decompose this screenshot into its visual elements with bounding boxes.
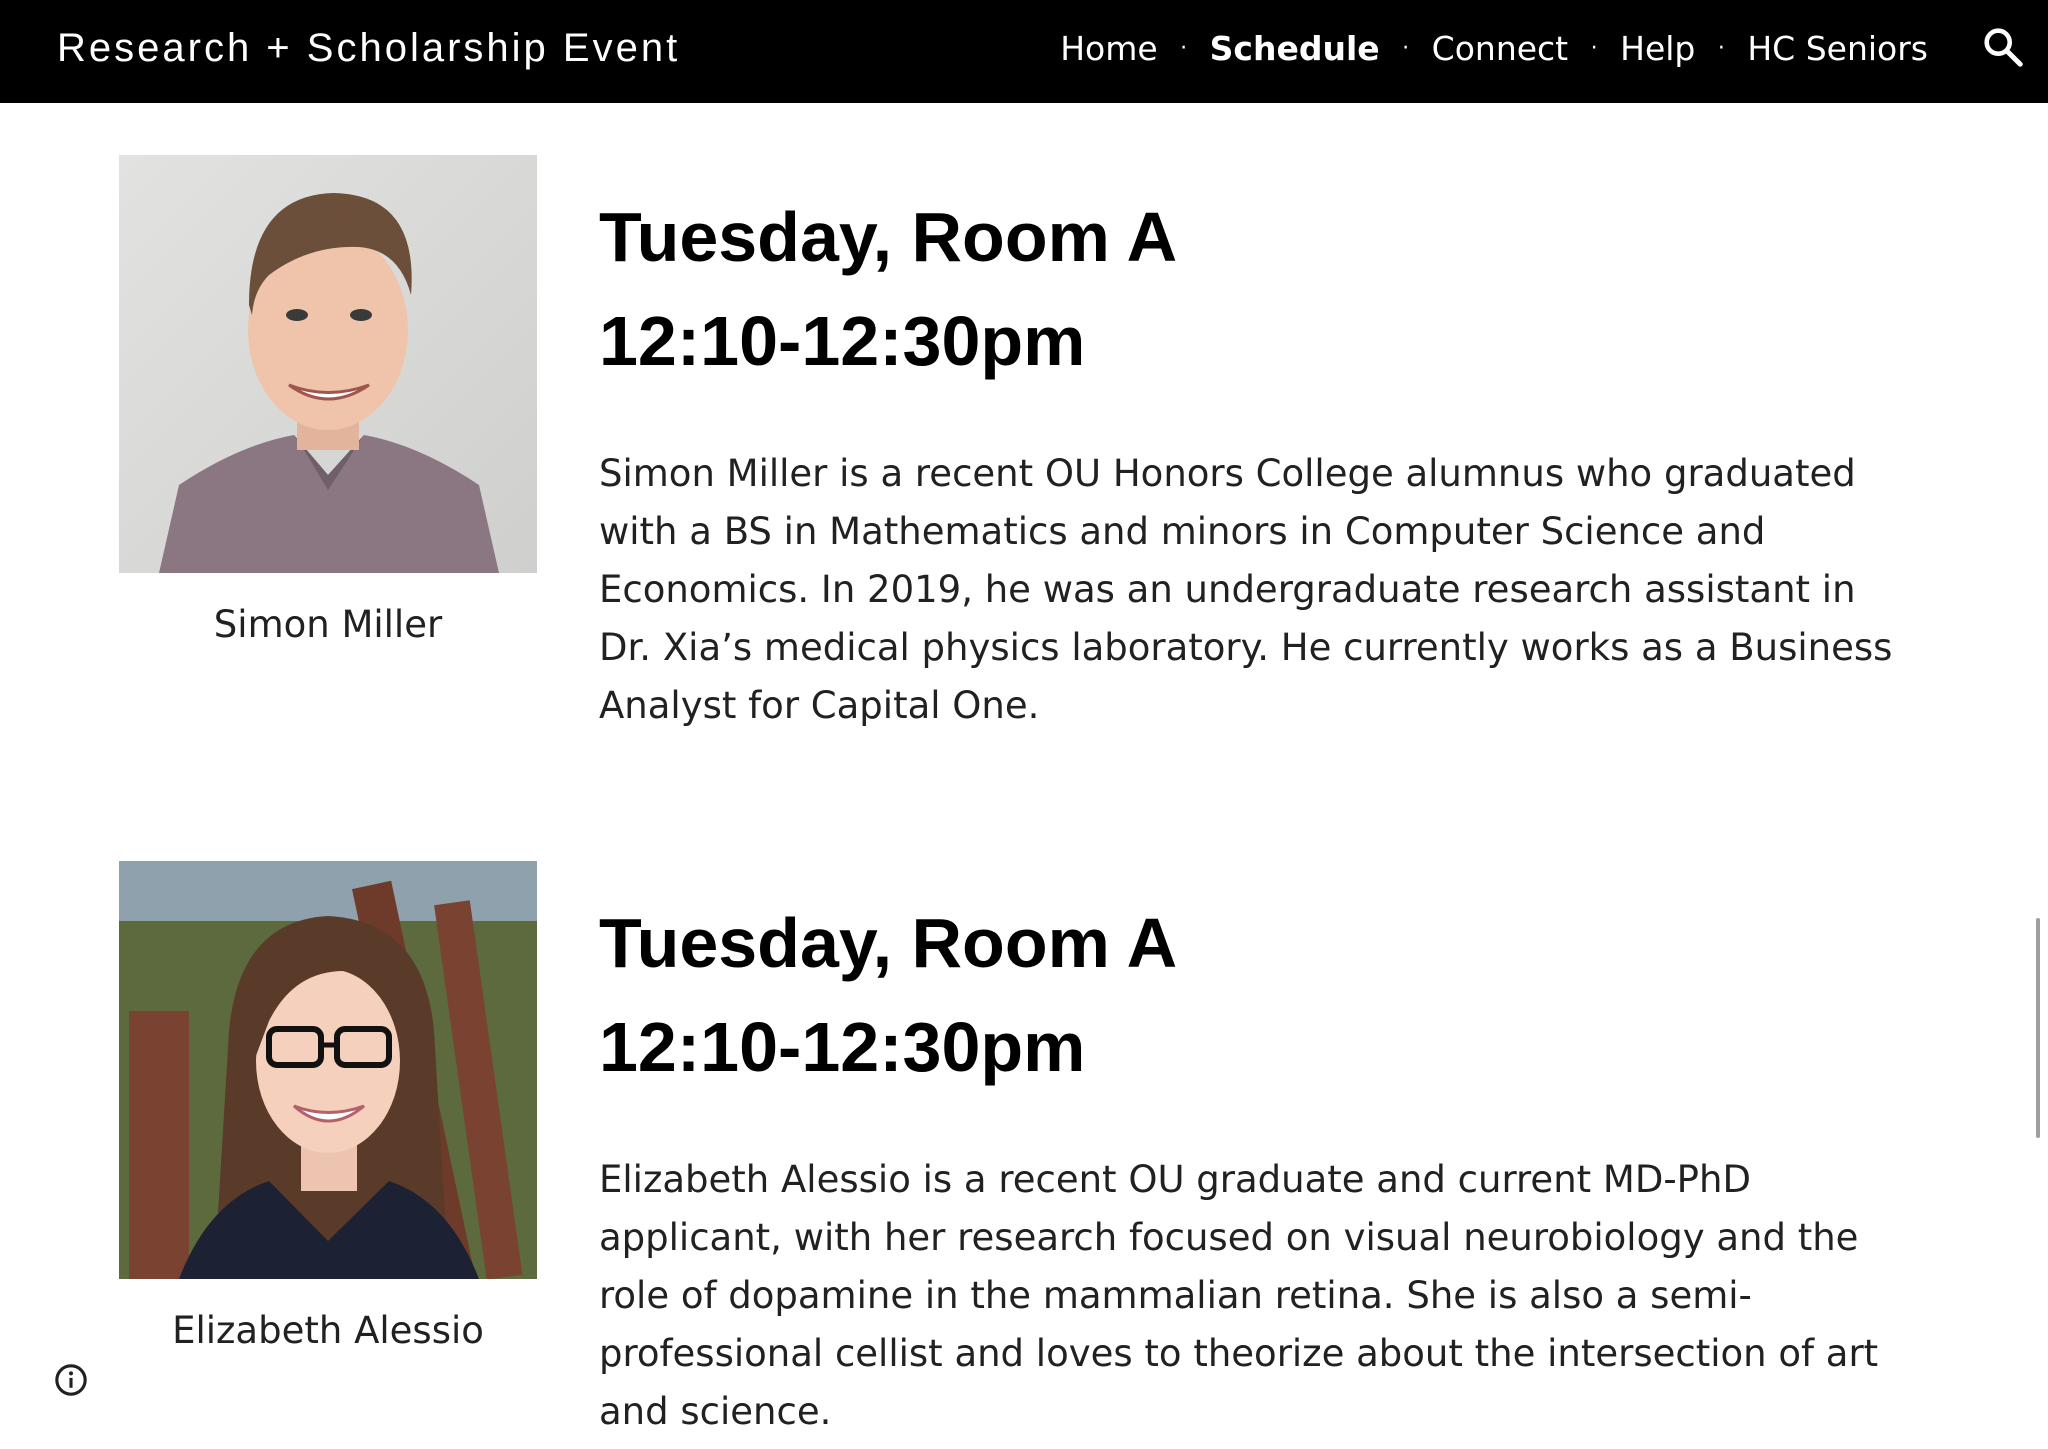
session-heading: Tuesday, Room A 12:10-12:30pm bbox=[599, 891, 1177, 1099]
session-time: 12:10-12:30pm bbox=[599, 302, 1086, 380]
site-title[interactable]: Research + Scholarship Event bbox=[57, 0, 680, 96]
presenter-photo bbox=[119, 861, 537, 1279]
portrait-image bbox=[119, 861, 537, 1279]
presenter-name: Elizabeth Alessio bbox=[172, 1309, 484, 1352]
nav-connect[interactable]: Connect bbox=[1432, 29, 1568, 68]
presenter-bio: Elizabeth Alessio is a recent OU graduat… bbox=[599, 1158, 1879, 1433]
info-icon[interactable] bbox=[54, 1363, 88, 1397]
session-day-room: Tuesday, Room A bbox=[599, 198, 1178, 276]
nav-hc-seniors[interactable]: HC Seniors bbox=[1747, 29, 1928, 68]
session-time: 12:10-12:30pm bbox=[599, 1008, 1086, 1086]
site-header: Research + Scholarship Event Home · Sche… bbox=[0, 0, 2048, 103]
scrollbar[interactable] bbox=[2036, 918, 2040, 1138]
search-icon[interactable] bbox=[1980, 24, 2026, 70]
nav-separator: · bbox=[1717, 35, 1725, 61]
nav-separator: · bbox=[1402, 35, 1410, 61]
presenter-bio: Simon Miller is a recent OU Honors Colle… bbox=[599, 452, 1893, 727]
nav-separator: · bbox=[1590, 35, 1598, 61]
session-day-room: Tuesday, Room A bbox=[599, 904, 1178, 982]
nav-separator: · bbox=[1180, 35, 1188, 61]
nav-help[interactable]: Help bbox=[1620, 29, 1695, 68]
nav-home[interactable]: Home bbox=[1060, 29, 1157, 68]
session-heading: Tuesday, Room A 12:10-12:30pm bbox=[599, 185, 1177, 393]
portrait-image bbox=[119, 155, 537, 573]
presenter-name: Simon Miller bbox=[213, 603, 443, 646]
nav-schedule[interactable]: Schedule bbox=[1210, 29, 1380, 68]
main-nav: Home · Schedule · Connect · Help · HC Se… bbox=[1060, 0, 1928, 96]
presenter-photo bbox=[119, 155, 537, 573]
